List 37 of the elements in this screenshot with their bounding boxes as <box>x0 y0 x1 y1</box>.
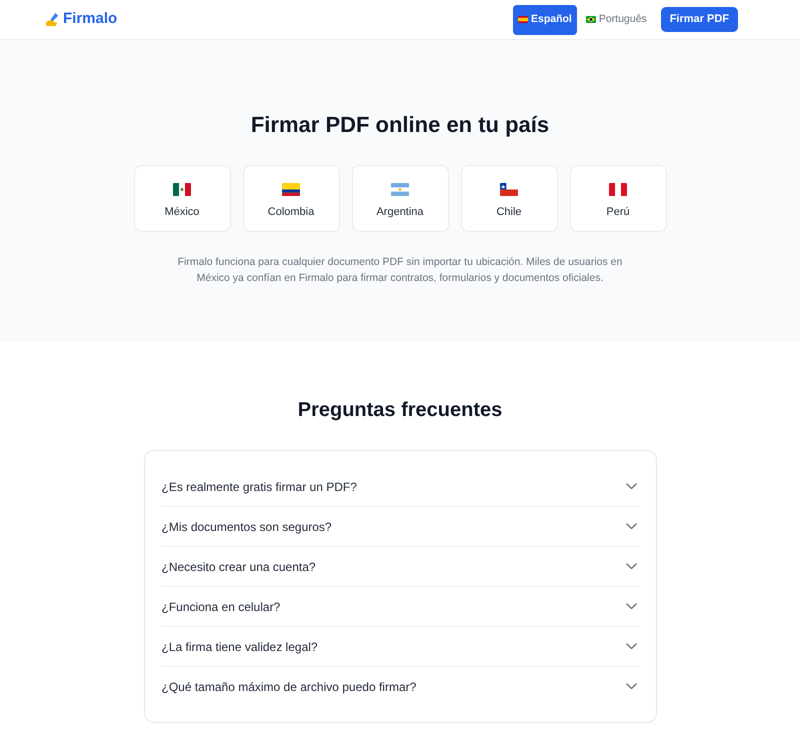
writing-hand-icon <box>45 12 60 27</box>
section-title: Firmar PDF online en tu país <box>250 111 550 139</box>
faq-question[interactable]: ¿Mis documentos son seguros? <box>160 518 626 536</box>
country-card[interactable]: Chile <box>460 165 558 232</box>
country-name: Chile <box>496 206 522 219</box>
brazil-flag-icon <box>586 16 596 23</box>
logo-text[interactable]: Firmalo <box>63 8 118 31</box>
faq-question[interactable]: ¿Necesito crear una cuenta? <box>160 558 626 576</box>
description-paragraph: Firmalo funciona para cualquier documento PDF sin importar tu ubicación. Miles de usuarios en México ya confían en Firmalo para firmar contratos, formularios y documentos oficiales. <box>176 255 624 286</box>
chevron-down-icon[interactable] <box>626 563 636 570</box>
chevron-down-icon[interactable] <box>626 483 636 490</box>
sign-pdf-button[interactable]: Firmar PDF <box>660 7 738 32</box>
chevron-down-icon[interactable] <box>626 603 636 610</box>
colombia-flag-icon <box>282 183 300 196</box>
language-option[interactable]: Português <box>586 4 647 34</box>
country-name: México <box>164 206 200 219</box>
faq-question[interactable]: ¿Funciona en celular? <box>160 598 626 616</box>
faq-question[interactable]: ¿La firma tiene validez legal? <box>160 638 626 656</box>
faq-question[interactable]: ¿Qué tamaño máximo de archivo puedo firmar? <box>160 678 626 696</box>
language-option[interactable]: Español <box>512 4 577 34</box>
mexico-flag-icon <box>173 183 191 196</box>
chevron-down-icon[interactable] <box>626 643 636 650</box>
peru-flag-icon <box>609 183 627 196</box>
argentina-flag-icon <box>391 183 409 196</box>
spain-flag-icon <box>518 16 528 23</box>
country-card[interactable]: Perú <box>570 165 666 232</box>
country-name: Argentina <box>376 206 424 219</box>
chevron-down-icon[interactable] <box>626 523 636 530</box>
faq-question[interactable]: ¿Es realmente gratis firmar un PDF? <box>160 478 626 496</box>
chevron-down-icon[interactable] <box>626 683 636 690</box>
country-name: Colombia <box>268 206 314 219</box>
country-card[interactable]: Colombia <box>242 165 340 232</box>
country-name: Perú <box>606 206 630 219</box>
country-card[interactable]: México <box>134 165 230 232</box>
country-card[interactable]: Argentina <box>352 165 448 232</box>
chile-flag-icon <box>500 183 518 196</box>
section-title: Preguntas frecuentes <box>298 398 502 423</box>
